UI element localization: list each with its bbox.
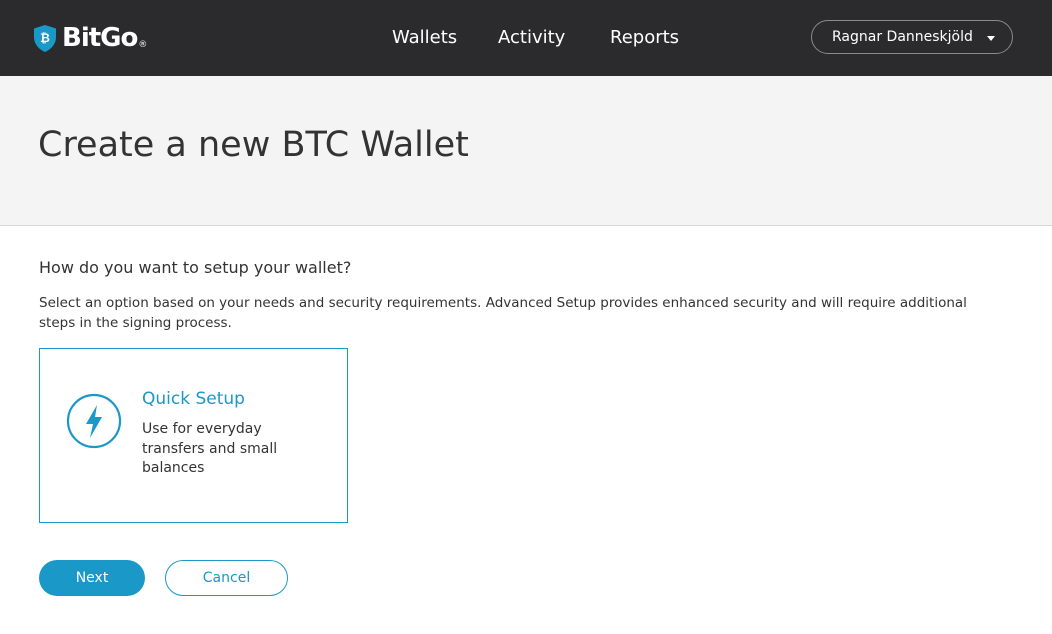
bitgo-logo[interactable]: ₿ BitGo ®: [33, 24, 147, 53]
next-button[interactable]: Next: [39, 560, 145, 596]
cancel-button[interactable]: Cancel: [165, 560, 288, 596]
user-name: Ragnar Danneskjöld: [832, 29, 973, 45]
user-menu-button[interactable]: Ragnar Danneskjöld: [811, 20, 1013, 54]
nav-wallets[interactable]: Wallets: [392, 26, 457, 50]
caret-down-icon: [987, 36, 995, 41]
setup-description: Select an option based on your needs and…: [39, 295, 967, 331]
logo-registered-mark: ®: [138, 39, 148, 50]
svg-text:₿: ₿: [40, 31, 50, 45]
logo-text: BitGo: [62, 23, 138, 53]
option-title: Quick Setup: [142, 389, 245, 409]
quick-setup-option-card[interactable]: Quick Setup Use for everyday transfers a…: [39, 348, 348, 523]
setup-question: How do you want to setup your wallet?: [39, 258, 352, 277]
page-banner: Create a new BTC Wallet: [0, 76, 1052, 226]
nav-activity[interactable]: Activity: [498, 26, 565, 50]
nav-reports[interactable]: Reports: [610, 26, 679, 50]
option-description: Use for everyday transfers and small bal…: [142, 421, 278, 476]
lightning-bolt-icon: [66, 393, 122, 449]
top-navigation-bar: ₿ BitGo ® Wallets Activity Reports Ragna…: [0, 0, 1052, 76]
bitgo-shield-icon: ₿: [34, 25, 56, 52]
page-title: Create a new BTC Wallet: [38, 125, 469, 165]
